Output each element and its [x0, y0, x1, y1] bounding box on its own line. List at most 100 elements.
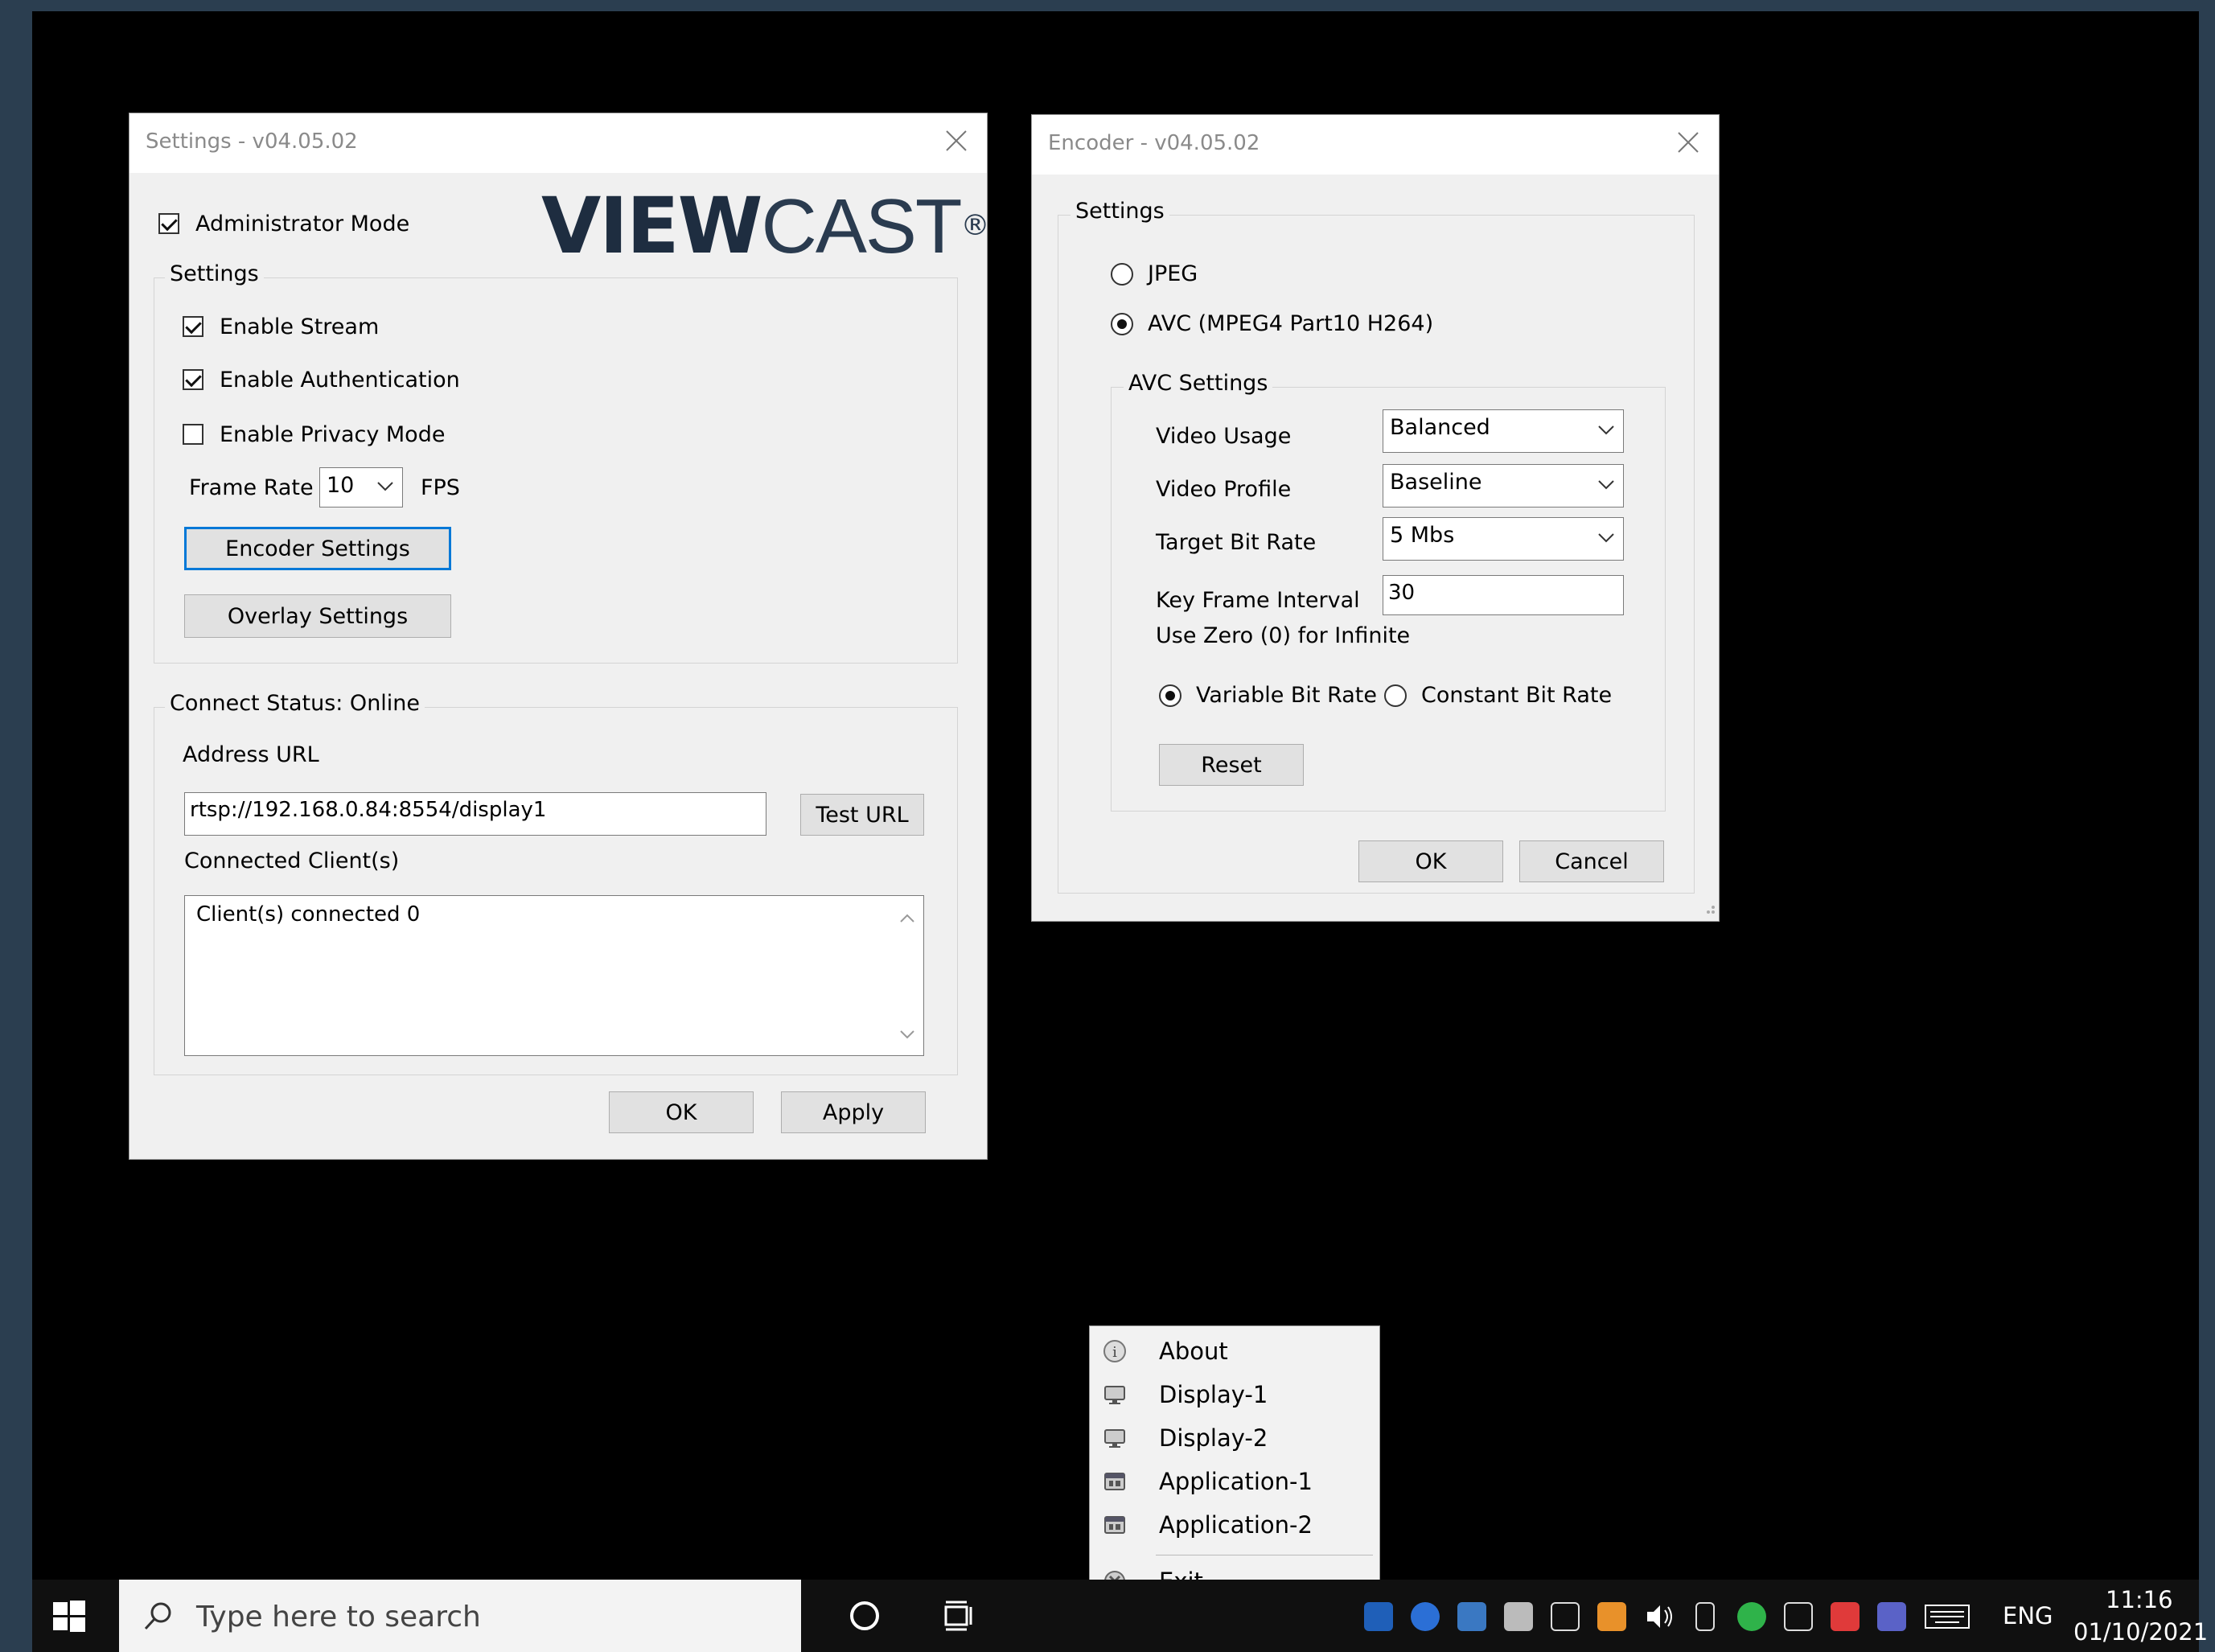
encoder-cancel-button[interactable]: Cancel — [1519, 840, 1664, 882]
enable-privacy-label: Enable Privacy Mode — [220, 422, 446, 447]
video-profile-value: Baseline — [1390, 470, 1482, 495]
encoder-window-title: Encoder - v04.05.02 — [1048, 131, 1260, 155]
scroll-down-icon[interactable] — [899, 1023, 915, 1047]
menu-item-application-2[interactable]: Application-2 — [1090, 1503, 1379, 1547]
menu-item-label: Application-1 — [1159, 1468, 1313, 1495]
fps-label: FPS — [421, 475, 460, 500]
frame-rate-select[interactable]: 10 — [319, 467, 403, 508]
keyboard-icon[interactable] — [1924, 1604, 1970, 1633]
video-usage-label: Video Usage — [1156, 424, 1292, 449]
enable-stream-checkbox[interactable] — [183, 316, 203, 337]
settings-ok-button[interactable]: OK — [609, 1091, 754, 1133]
svg-text:i: i — [1112, 1344, 1117, 1361]
target-bitrate-select[interactable]: 5 Mbs — [1383, 517, 1624, 561]
settings-window-title: Settings - v04.05.02 — [146, 129, 358, 154]
malwarebytes-icon[interactable] — [1411, 1602, 1440, 1631]
connected-clients-textarea[interactable]: Client(s) connected 0 — [184, 895, 924, 1056]
connect-status-label: Connect Status: Online — [165, 691, 425, 716]
constant-bitrate-label: Constant Bit Rate — [1421, 683, 1613, 708]
encoder-window: Encoder - v04.05.02 Settings JPEG AVC (M… — [1031, 114, 1720, 922]
enable-authentication-checkbox[interactable] — [183, 369, 203, 390]
logo-registered-mark: ® — [960, 209, 990, 242]
menu-item-label: Display-1 — [1159, 1381, 1268, 1408]
video-profile-label: Video Profile — [1156, 477, 1292, 502]
network-share-icon[interactable] — [1457, 1602, 1486, 1631]
close-icon[interactable] — [1672, 126, 1704, 158]
language-indicator[interactable]: ENG — [2003, 1602, 2053, 1629]
task-view-icon[interactable] — [943, 1599, 976, 1636]
avc-settings-group-label: AVC Settings — [1124, 371, 1273, 396]
taskbar: Type here to search ENG 11:16 01/10/2021 — [32, 1580, 2208, 1652]
address-url-input[interactable]: rtsp://192.168.0.84:8554/display1 — [184, 792, 766, 836]
menu-item-about[interactable]: i About — [1090, 1329, 1379, 1373]
scroll-up-icon[interactable] — [899, 906, 915, 930]
variable-bitrate-radio[interactable] — [1159, 684, 1181, 707]
encoder-titlebar[interactable]: Encoder - v04.05.02 — [1032, 115, 1719, 175]
application-icon — [1103, 1513, 1127, 1537]
avc-radio[interactable] — [1111, 313, 1133, 335]
viewcast-tray-icon[interactable] — [1364, 1602, 1393, 1631]
java-icon[interactable] — [1597, 1602, 1626, 1631]
menu-item-label: Application-2 — [1159, 1511, 1313, 1539]
video-profile-select[interactable]: Baseline — [1383, 464, 1624, 508]
reset-button[interactable]: Reset — [1159, 744, 1304, 786]
settings-group-label: Settings — [165, 261, 264, 286]
info-icon: i — [1103, 1339, 1127, 1363]
network-icon[interactable] — [1784, 1602, 1813, 1631]
close-icon[interactable] — [940, 125, 972, 157]
target-bitrate-label: Target Bit Rate — [1156, 530, 1317, 555]
settings-titlebar[interactable]: Settings - v04.05.02 — [129, 113, 987, 173]
teams-icon[interactable] — [1877, 1602, 1906, 1631]
viewcast-logo: VIEWCAST® — [541, 187, 990, 265]
encoder-ok-button[interactable]: OK — [1358, 840, 1503, 882]
satellite-icon[interactable] — [1504, 1602, 1533, 1631]
logo-bold-text: VIEW — [541, 181, 762, 271]
menu-item-label: Display-2 — [1159, 1424, 1268, 1452]
search-placeholder: Type here to search — [196, 1601, 481, 1634]
enable-privacy-checkbox[interactable] — [183, 424, 203, 445]
usb-icon[interactable] — [1695, 1602, 1715, 1631]
key-frame-label: Key Frame Interval — [1156, 588, 1360, 613]
menu-item-application-1[interactable]: Application-1 — [1090, 1460, 1379, 1503]
constant-bitrate-radio[interactable] — [1384, 684, 1407, 707]
red-app-icon[interactable] — [1831, 1602, 1860, 1631]
test-url-button[interactable]: Test URL — [800, 794, 924, 836]
search-icon — [142, 1599, 175, 1636]
resize-grip-icon[interactable] — [1701, 900, 1716, 918]
menu-item-display-2[interactable]: Display-2 — [1090, 1416, 1379, 1460]
jpeg-radio[interactable] — [1111, 263, 1133, 286]
windows-start-icon[interactable] — [51, 1599, 87, 1638]
taskbar-search-box[interactable]: Type here to search — [119, 1580, 801, 1652]
cortana-icon[interactable] — [848, 1599, 881, 1636]
volume-icon[interactable] — [1644, 1602, 1676, 1634]
video-usage-value: Balanced — [1390, 415, 1490, 440]
address-url-value: rtsp://192.168.0.84:8554/display1 — [190, 798, 547, 822]
enable-stream-label: Enable Stream — [220, 314, 380, 339]
chevron-down-icon — [376, 475, 394, 504]
chevron-down-icon — [1597, 524, 1615, 554]
menu-item-display-1[interactable]: Display-1 — [1090, 1373, 1379, 1416]
settings-window: Settings - v04.05.02 Administrator Mode … — [129, 113, 990, 1160]
key-frame-hint: Use Zero (0) for Infinite — [1156, 623, 1411, 648]
overlay-settings-button[interactable]: Overlay Settings — [184, 594, 451, 638]
monitor-icon — [1103, 1426, 1127, 1450]
webcam-icon[interactable] — [1551, 1602, 1580, 1631]
administrator-mode-checkbox[interactable] — [158, 213, 179, 234]
apply-button[interactable]: Apply — [781, 1091, 926, 1133]
video-usage-select[interactable]: Balanced — [1383, 409, 1624, 453]
clock-date[interactable]: 01/10/2021 — [2073, 1618, 2208, 1646]
clock-time[interactable]: 11:16 — [2106, 1586, 2173, 1613]
frame-rate-label: Frame Rate — [189, 475, 314, 500]
application-icon — [1103, 1469, 1127, 1494]
encoder-settings-button[interactable]: Encoder Settings — [184, 527, 451, 570]
chevron-down-icon — [1597, 471, 1615, 501]
enable-authentication-label: Enable Authentication — [220, 368, 460, 392]
frame-rate-value: 10 — [327, 473, 355, 498]
security-check-icon[interactable] — [1737, 1602, 1766, 1631]
chevron-down-icon — [1597, 417, 1615, 446]
target-bitrate-value: 5 Mbs — [1390, 523, 1455, 548]
menu-item-label: About — [1159, 1338, 1228, 1365]
connected-clients-label: Connected Client(s) — [184, 849, 400, 873]
key-frame-input[interactable]: 30 — [1383, 575, 1624, 615]
jpeg-label: JPEG — [1148, 261, 1198, 286]
